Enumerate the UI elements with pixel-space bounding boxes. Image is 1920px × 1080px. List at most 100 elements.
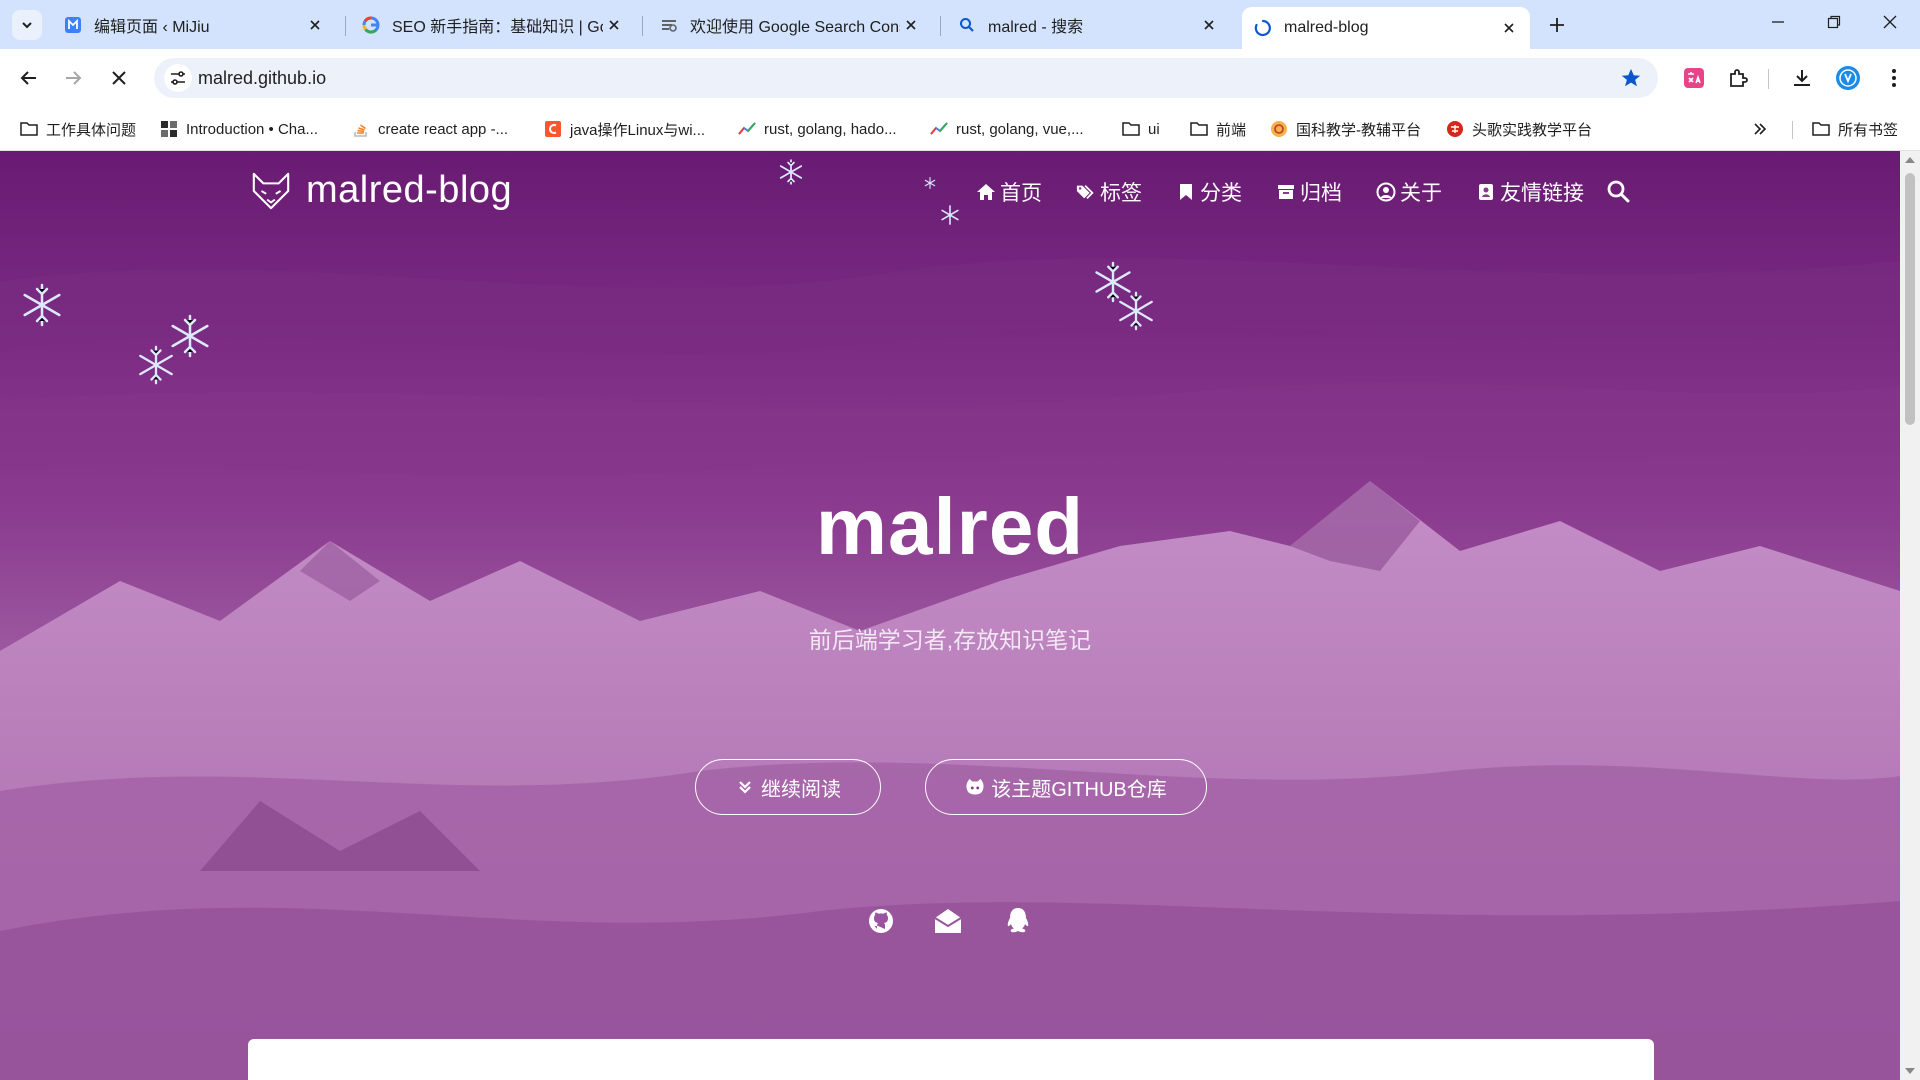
qq-link[interactable] [1004,907,1032,935]
arrow-left-icon [20,71,36,85]
bookmark-csdn[interactable]: java操作Linux与wi... [544,117,705,141]
hero-section: malred-blog 首页 标签 分类 归档 关于 友情链接 malred 前… [0,151,1900,1080]
tab-search-button[interactable] [12,10,42,40]
bookmark-create-react-app[interactable]: create react app -... [352,117,508,141]
nav-tags[interactable]: 标签 [1076,177,1142,207]
bookmark-star-icon[interactable] [1620,67,1642,89]
browser-toolbar: malred.github.io [0,49,1920,107]
google-icon [362,16,380,34]
minimize-button[interactable] [1750,0,1806,44]
nav-friend-links[interactable]: 友情链接 [1476,177,1584,207]
restore-icon [1827,15,1841,29]
double-chevron-down-icon [735,777,755,797]
search-console-icon [660,16,678,34]
stop-loading-button[interactable] [102,61,136,95]
tab-title: SEO 新手指南：基础知识 | Goo [392,19,603,36]
bookmark-folder-frontend[interactable]: 前端 [1190,117,1246,141]
email-link[interactable] [934,907,962,935]
mountain-background [0,151,1900,1080]
bookmark-label: 工作具体问题 [46,121,137,139]
fox-logo-icon [252,172,290,209]
tab-bing-search[interactable]: malred - 搜索 [946,7,1230,43]
bookmark-touge[interactable]: 头歌实践教学平台 [1446,117,1592,141]
minimize-icon [1772,21,1784,23]
bookmark-label: rust, golang, hado... [764,120,897,138]
close-icon[interactable] [304,14,326,36]
csdn-icon [544,120,562,138]
site-info-button[interactable] [164,64,192,92]
plus-icon [1550,18,1564,32]
close-icon[interactable] [603,14,625,36]
button-label: 继续阅读 [761,778,841,801]
bookmark-icon [1176,182,1196,202]
translate-icon [1684,68,1704,88]
nav-label: 友情链接 [1500,182,1584,205]
nav-home[interactable]: 首页 [976,177,1042,207]
trends-icon [930,120,948,138]
site-brand[interactable]: malred-blog [250,169,512,212]
bookmark-trends-2[interactable]: rust, golang, vue,... [930,117,1084,141]
nav-label: 归档 [1300,182,1342,205]
bookmark-label: java操作Linux与wi... [570,121,706,139]
nav-archives[interactable]: 归档 [1276,177,1342,207]
back-button[interactable] [12,61,46,95]
avatar-icon [1836,66,1860,90]
bookmark-label: 国科教学-教辅平台 [1296,121,1421,139]
tab-malred-blog[interactable]: malred-blog [1242,7,1530,49]
tab-mijiu[interactable]: 编辑页面 ‹ MiJiu [52,7,336,43]
forward-button[interactable] [56,61,90,95]
restore-button[interactable] [1806,0,1862,44]
all-bookmarks-folder[interactable]: 所有书签 [1812,117,1898,141]
address-bar[interactable]: malred.github.io [154,58,1658,98]
download-icon [1794,70,1810,86]
bookmarks-overflow-button[interactable] [1752,117,1768,141]
hero-subtitle: 前后端学习者,存放知识笔记 [808,627,1092,653]
bookmarks-separator [1792,121,1793,139]
archive-icon [1276,182,1296,202]
window-close-button[interactable] [1862,0,1918,44]
github-link[interactable] [867,907,895,935]
site-nav: 首页 标签 分类 归档 关于 友情链接 [976,177,1618,207]
snowflake-icon [136,345,176,385]
page-scrollbar[interactable] [1900,151,1920,1080]
url-text[interactable]: malred.github.io [198,68,326,89]
scroll-down-arrow[interactable] [1905,1068,1915,1074]
edu-icon [1270,120,1288,138]
profile-button[interactable] [1832,62,1864,94]
nav-categories[interactable]: 分类 [1176,177,1242,207]
scroll-up-arrow[interactable] [1905,157,1915,163]
tab-strip: 编辑页面 ‹ MiJiu SEO 新手指南：基础知识 | Goo 欢迎使用 Go… [0,0,1920,49]
bookmark-edu-platform[interactable]: 国科教学-教辅平台 [1270,117,1421,141]
double-chevron-right-icon [1754,123,1767,135]
scrollbar-thumb[interactable] [1905,173,1915,425]
theme-github-repo-button[interactable]: 该主题GITHUB仓库 [925,759,1207,815]
snowflake-icon [1116,291,1156,331]
nav-label: 标签 [1100,182,1142,205]
bookmark-chakra[interactable]: Introduction • Cha... [160,117,318,141]
tab-separator [642,16,643,36]
bookmark-folder-ui[interactable]: ui [1122,117,1160,141]
email-icon [934,909,962,933]
folder-icon [1812,120,1830,138]
bookmarks-bar: 工作具体问题 Introduction • Cha... create reac… [0,107,1920,151]
menu-button[interactable] [1878,62,1910,94]
tags-icon [1076,182,1096,202]
user-circle-icon [1376,182,1396,202]
snowflake-icon [778,159,804,185]
bookmark-folder-work[interactable]: 工作具体问题 [20,117,136,141]
nav-about[interactable]: 关于 [1376,177,1442,207]
continue-reading-button[interactable]: 继续阅读 [695,759,881,815]
new-tab-button[interactable] [1544,12,1570,38]
tab-search-console[interactable]: 欢迎使用 Google Search Cons [648,7,932,43]
bookmark-trends-1[interactable]: rust, golang, hado... [738,117,897,141]
tab-seo-guide[interactable]: SEO 新手指南：基础知识 | Goo [350,7,635,43]
downloads-button[interactable] [1786,62,1818,94]
close-icon[interactable] [1198,14,1220,36]
close-icon[interactable] [900,14,922,36]
bookmark-label: Introduction • Cha... [186,120,318,138]
translate-extension-button[interactable] [1678,62,1710,94]
site-search-button[interactable] [1606,179,1632,205]
close-icon[interactable] [1498,17,1520,39]
extensions-button[interactable] [1722,62,1754,94]
snowflake-icon [20,283,64,327]
